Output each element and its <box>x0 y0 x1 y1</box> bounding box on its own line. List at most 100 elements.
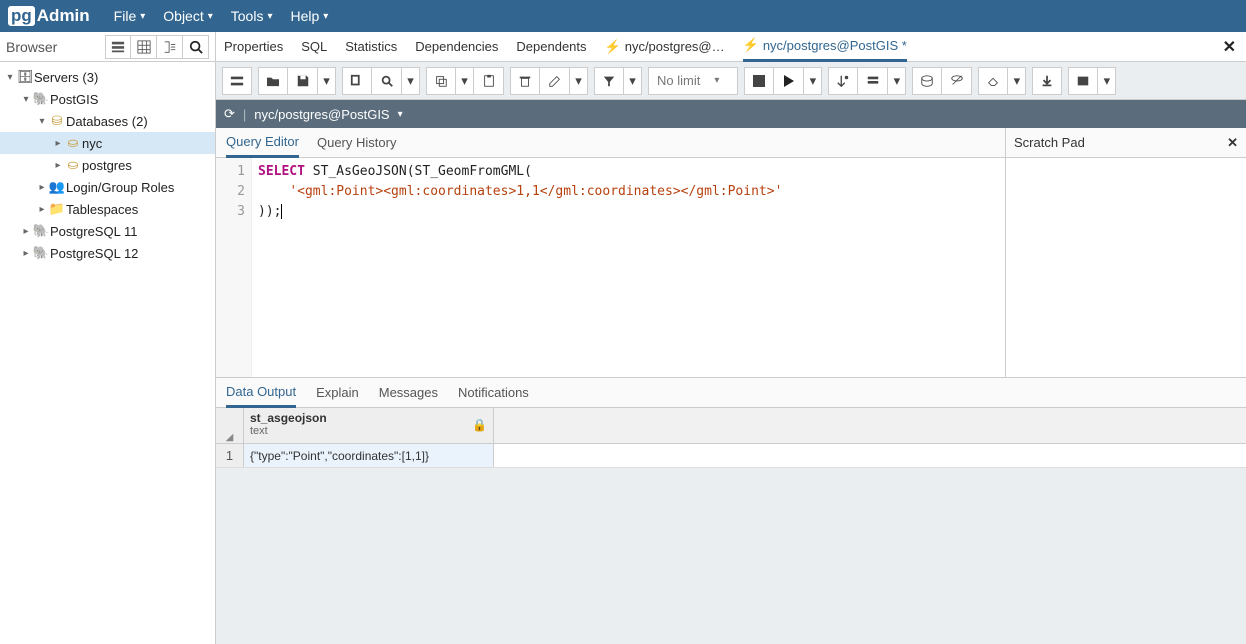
edit-button[interactable] <box>540 67 570 95</box>
scratch-close-button[interactable]: ✕ <box>1227 135 1238 151</box>
logo-pg: pg <box>8 6 35 26</box>
tab-dependencies[interactable]: Dependencies <box>415 32 498 62</box>
copy-rows-menu[interactable]: ▾ <box>456 67 474 95</box>
sql-editor[interactable]: 1 2 3 SELECT ST_AsGeoJSON(ST_GeomFromGML… <box>216 158 1005 377</box>
chevron-down-icon[interactable]: ▾ <box>398 109 403 120</box>
menu-help[interactable]: Help▾ <box>290 8 328 24</box>
chevron-down-icon: ▾ <box>323 11 328 22</box>
stop-button[interactable] <box>744 67 774 95</box>
chevron-down-icon: ▾ <box>36 116 48 127</box>
elephant-off-icon: 🐘 <box>32 223 50 239</box>
paste-button[interactable] <box>474 67 504 95</box>
tab-notifications[interactable]: Notifications <box>458 378 529 408</box>
execute-button[interactable] <box>774 67 804 95</box>
grid-corner[interactable]: ◢ <box>216 408 244 443</box>
tree-nyc[interactable]: ▸⛀nyc <box>0 132 215 154</box>
tree-pg11[interactable]: ▸🐘PostgreSQL 11 <box>0 220 215 242</box>
menu-tools[interactable]: Tools▾ <box>231 8 273 24</box>
browser-search-button[interactable] <box>183 35 209 59</box>
query-toolbar: ▾ ▾ ▾ ▾ ▾ No limit▾ <box>216 62 1246 100</box>
macro-button[interactable] <box>1068 67 1098 95</box>
chevron-down-icon: ▾ <box>20 94 32 105</box>
clear-button[interactable] <box>978 67 1008 95</box>
tab-query-editor[interactable]: Query Editor <box>226 128 299 158</box>
chevron-right-icon: ▸ <box>36 204 48 215</box>
save-button[interactable] <box>288 67 318 95</box>
save-menu-button[interactable]: ▾ <box>318 67 336 95</box>
menu-file[interactable]: File▾ <box>114 8 146 24</box>
col-header-st_asgeojson[interactable]: st_asgeojson text 🔒 <box>244 408 494 443</box>
output-tabbar: Data Output Explain Messages Notificatio… <box>216 378 1246 408</box>
chevron-down-icon: ▾ <box>208 11 213 22</box>
query-tool-icon: ⚡ <box>605 39 621 55</box>
find-button[interactable] <box>372 67 402 95</box>
tree-login-roles[interactable]: ▸👥Login/Group Roles <box>0 176 215 198</box>
tab-query-2[interactable]: ⚡nyc/postgres@PostGIS * <box>743 32 907 62</box>
copy-rows-button[interactable] <box>426 67 456 95</box>
macro-menu-button[interactable]: ▾ <box>1098 67 1116 95</box>
connection-status-icon: ⟳ <box>224 106 235 122</box>
browser-btn-1[interactable] <box>105 35 131 59</box>
editor-pane: Query Editor Query History 1 2 3 SELECT … <box>216 128 1006 377</box>
chevron-down-icon: ▾ <box>267 11 272 22</box>
browser-btn-2[interactable] <box>131 35 157 59</box>
menubar: File▾ Object▾ Tools▾ Help▾ <box>114 8 329 24</box>
scratch-pad: Scratch Pad ✕ <box>1006 128 1246 377</box>
tree-postgres[interactable]: ▸⛀postgres <box>0 154 215 176</box>
tree-servers[interactable]: ▾🗄Servers (3) <box>0 66 215 88</box>
delete-button[interactable] <box>510 67 540 95</box>
filter-button[interactable] <box>594 67 624 95</box>
connection-label[interactable]: nyc/postgres@PostGIS <box>254 107 389 122</box>
chevron-right-icon: ▸ <box>52 138 64 149</box>
copy-button[interactable] <box>342 67 372 95</box>
tab-dependents[interactable]: Dependents <box>516 32 586 62</box>
grid-cell[interactable]: {"type":"Point","coordinates":[1,1]} <box>244 444 494 467</box>
grid-row[interactable]: 1 {"type":"Point","coordinates":[1,1]} <box>216 444 1246 468</box>
find-menu-button[interactable]: ▾ <box>402 67 420 95</box>
content-area: Properties SQL Statistics Dependencies D… <box>216 32 1246 644</box>
open-file-button[interactable] <box>258 67 288 95</box>
connection-bar: ⟳ | nyc/postgres@PostGIS ▾ <box>216 100 1246 128</box>
explain-button[interactable] <box>828 67 858 95</box>
commit-button[interactable] <box>912 67 942 95</box>
execute-menu-button[interactable]: ▾ <box>804 67 822 95</box>
edit-menu-button[interactable]: ▾ <box>570 67 588 95</box>
servers-icon: 🗄 <box>16 69 34 85</box>
browser-btn-3[interactable] <box>157 35 183 59</box>
tab-close-button[interactable]: ✕ <box>1223 37 1236 57</box>
folder-icon: 📁 <box>48 201 66 217</box>
tab-query-1[interactable]: ⚡nyc/postgres@… <box>605 32 725 62</box>
row-number[interactable]: 1 <box>216 444 244 467</box>
database-icon: ⛀ <box>64 135 82 151</box>
browser-sidebar: Browser ▾🗄Servers (3) ▾🐘PostGIS ▾⛁Databa… <box>0 32 216 644</box>
menu-object[interactable]: Object▾ <box>163 8 213 24</box>
tab-query-history[interactable]: Query History <box>317 128 396 158</box>
tab-sql[interactable]: SQL <box>301 32 327 62</box>
clear-menu-button[interactable]: ▾ <box>1008 67 1026 95</box>
tab-messages[interactable]: Messages <box>379 378 438 408</box>
tree-tablespaces[interactable]: ▸📁Tablespaces <box>0 198 215 220</box>
chevron-down-icon: ▾ <box>4 72 16 83</box>
tbtn-toggle[interactable] <box>222 67 252 95</box>
rollback-button[interactable] <box>942 67 972 95</box>
explain-analyze-button[interactable] <box>858 67 888 95</box>
tab-statistics[interactable]: Statistics <box>345 32 397 62</box>
lock-icon: 🔒 <box>472 418 487 432</box>
roles-icon: 👥 <box>48 179 66 195</box>
editor-tabbar: Query Editor Query History <box>216 128 1005 158</box>
elephant-icon: 🐘 <box>32 91 50 107</box>
app-logo: pgAdmin <box>8 6 90 26</box>
filter-menu-button[interactable]: ▾ <box>624 67 642 95</box>
explain-menu-button[interactable]: ▾ <box>888 67 906 95</box>
tree-databases[interactable]: ▾⛁Databases (2) <box>0 110 215 132</box>
tree-postgis[interactable]: ▾🐘PostGIS <box>0 88 215 110</box>
tab-properties[interactable]: Properties <box>224 32 283 62</box>
tab-data-output[interactable]: Data Output <box>226 378 296 408</box>
download-button[interactable] <box>1032 67 1062 95</box>
tab-explain[interactable]: Explain <box>316 378 359 408</box>
browser-tree: ▾🗄Servers (3) ▾🐘PostGIS ▾⛁Databases (2) … <box>0 62 215 644</box>
limit-select[interactable]: No limit▾ <box>648 67 738 95</box>
scratch-body[interactable] <box>1006 158 1246 377</box>
editor-code[interactable]: SELECT ST_AsGeoJSON(ST_GeomFromGML( '<gm… <box>252 158 788 377</box>
tree-pg12[interactable]: ▸🐘PostgreSQL 12 <box>0 242 215 264</box>
